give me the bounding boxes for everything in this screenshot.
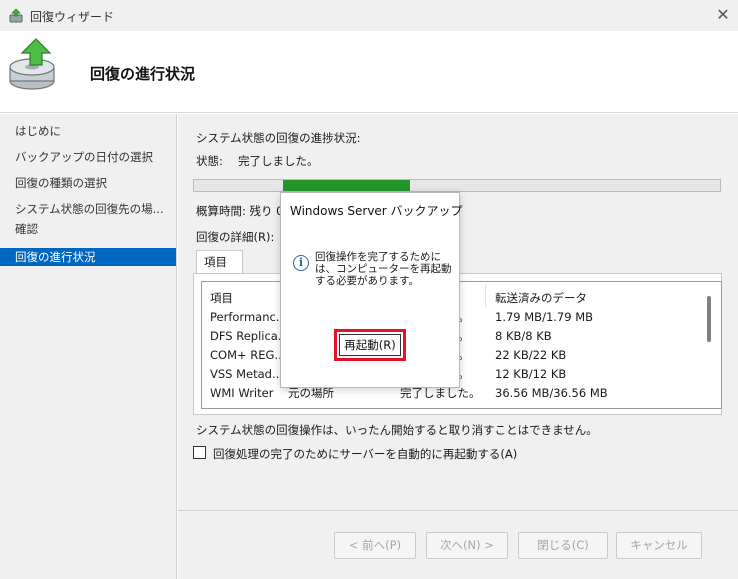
sidebar-item-getting-started[interactable]: はじめに <box>0 122 176 140</box>
dialog-title: Windows Server バックアップ <box>290 204 463 218</box>
tab-items[interactable]: 項目 <box>196 250 243 274</box>
cell-transferred: 1.79 MB/1.79 MB <box>495 310 594 324</box>
irreversible-warning: システム状態の回復操作は、いったん開始すると取り消すことはできません。 <box>196 423 598 437</box>
column-header-item[interactable]: 項目 <box>210 290 233 306</box>
close-icon[interactable]: ✕ <box>712 4 734 26</box>
sidebar-item-system-state-location[interactable]: システム状態の回復先の場... <box>0 200 176 218</box>
cell-item: Performanc... <box>210 310 286 324</box>
column-header-transferred[interactable]: 転送済みのデータ <box>495 290 587 306</box>
cell-transferred: 8 KB/8 KB <box>495 329 552 343</box>
server-recovery-icon <box>9 38 55 90</box>
sidebar-item-select-recovery-type[interactable]: 回復の種類の選択 <box>0 174 176 192</box>
status-value: 完了しました。 <box>238 154 319 168</box>
cell-transferred: 36.56 MB/36.56 MB <box>495 386 608 400</box>
cell-item: COM+ REG... <box>210 348 286 362</box>
status-label: 状態: <box>196 154 223 168</box>
sidebar-item-select-backup-date[interactable]: バックアップの日付の選択 <box>0 148 176 166</box>
window-title: 回復ウィザード <box>30 10 115 24</box>
cancel-button[interactable]: キャンセル <box>616 532 702 559</box>
info-icon: i <box>293 255 309 271</box>
list-scrollbar[interactable] <box>707 296 711 342</box>
wizard-sidebar: はじめに バックアップの日付の選択 回復の種類の選択 システム状態の回復先の場.… <box>0 114 177 579</box>
cell-transferred: 12 KB/12 KB <box>495 367 567 381</box>
sidebar-item-recovery-progress[interactable]: 回復の進行状況 <box>0 248 176 266</box>
close-button[interactable]: 閉じる(C) <box>518 532 608 559</box>
next-button[interactable]: 次へ(N) > <box>426 532 508 559</box>
elapsed-time-label: 概算時間: 残り 0 <box>196 204 284 218</box>
restart-dialog: Windows Server バックアップ i 回復操作を完了するためには、コン… <box>280 192 463 388</box>
restart-button[interactable]: 再起動(R) <box>339 334 401 356</box>
wizard-header: 回復の進行状況 <box>0 31 738 113</box>
cell-item: DFS Replica... <box>210 329 286 343</box>
recovery-progress-bar <box>193 179 721 192</box>
title-bar: 回復ウィザード ✕ <box>0 0 738 31</box>
dialog-message: 回復操作を完了するためには、コンピューターを再起動する必要があります。 <box>315 251 452 287</box>
auto-restart-label[interactable]: 回復処理の完了のためにサーバーを自動的に再起動する(A) <box>213 446 517 462</box>
column-separator <box>485 284 486 308</box>
auto-restart-checkbox[interactable] <box>193 446 206 459</box>
sidebar-item-confirmation[interactable]: 確認 <box>0 220 176 238</box>
cell-transferred: 22 KB/22 KB <box>495 348 567 362</box>
cell-item: VSS Metad... <box>210 367 283 381</box>
restart-button-highlight: 再起動(R) <box>334 329 406 361</box>
page-title: 回復の進行状況 <box>90 65 196 83</box>
progress-heading: システム状態の回復の進捗状況: <box>196 131 361 145</box>
recovery-app-icon <box>9 8 23 23</box>
footer-divider <box>178 510 738 511</box>
details-label: 回復の詳細(R): <box>196 230 275 244</box>
progress-fill <box>283 180 410 191</box>
cell-item: WMI Writer <box>210 386 274 400</box>
prev-button[interactable]: < 前へ(P) <box>334 532 416 559</box>
